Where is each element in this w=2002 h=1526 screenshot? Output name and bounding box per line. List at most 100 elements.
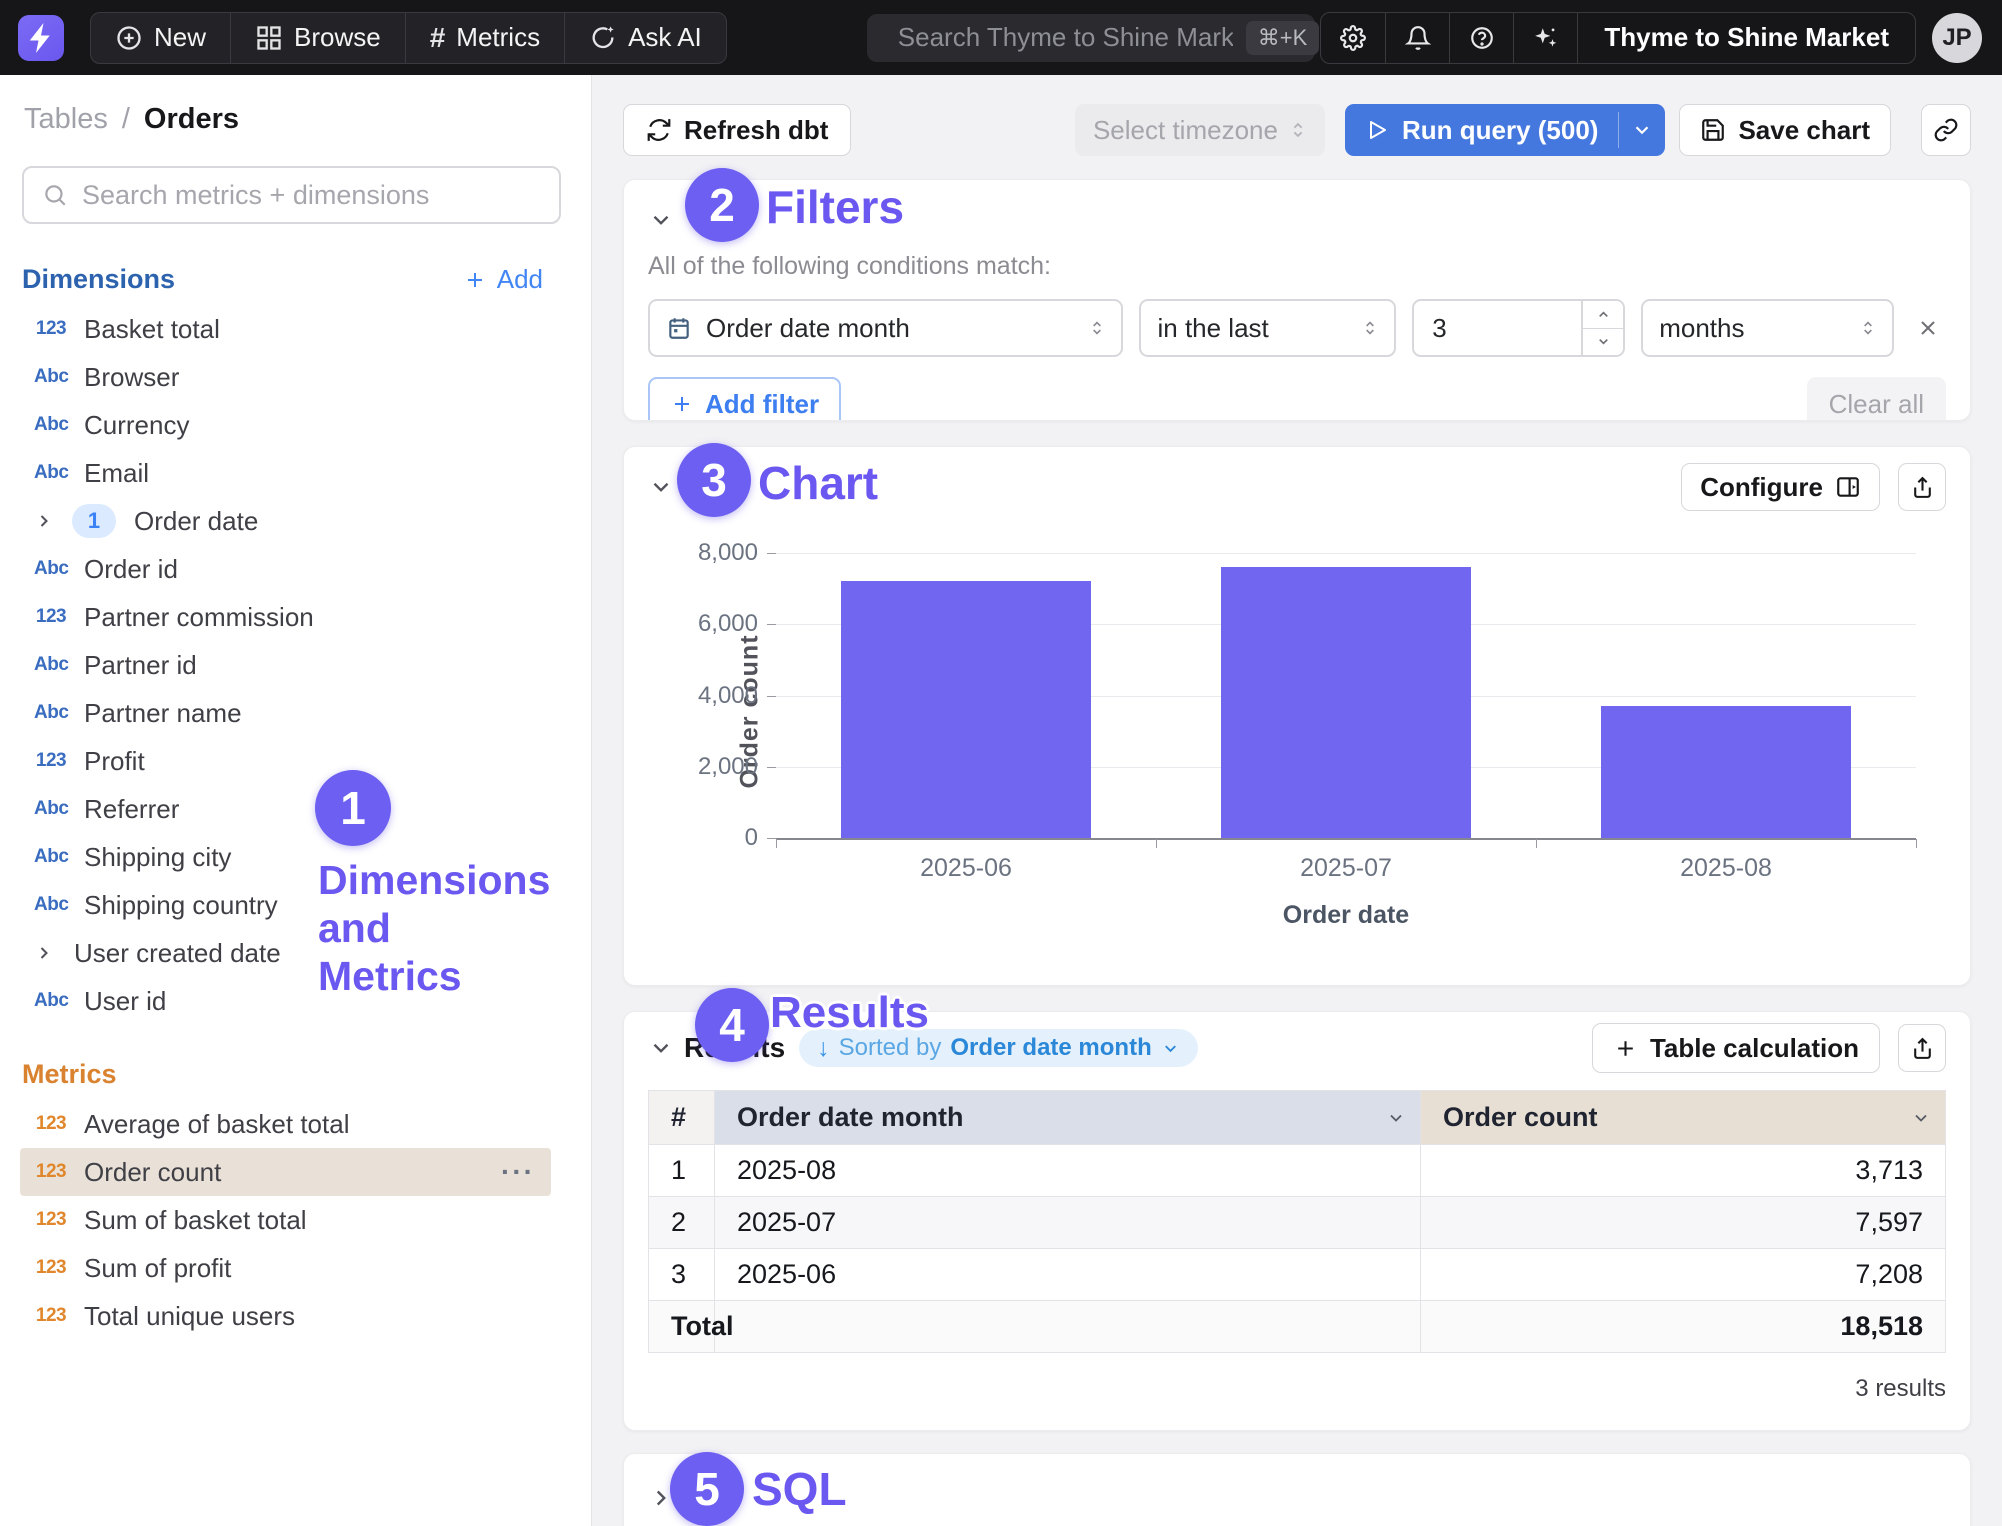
metric-item-total-unique-users[interactable]: 123Total unique users bbox=[20, 1292, 551, 1340]
breadcrumb-separator: / bbox=[122, 103, 130, 136]
order-date-month-cell[interactable]: 2025-07 bbox=[715, 1197, 1421, 1249]
order-count-cell[interactable]: 3,713 bbox=[1421, 1145, 1946, 1197]
metric-item-sum-of-profit[interactable]: 123Sum of profit bbox=[20, 1244, 551, 1292]
column-header-order-count[interactable]: Order count bbox=[1421, 1091, 1946, 1145]
search-shortcut-badge: ⌘+K bbox=[1246, 21, 1320, 55]
dimension-item-user-created-date[interactable]: User created date bbox=[20, 929, 551, 977]
sorted-by-pill[interactable]: ↓ Sorted by Order date month bbox=[799, 1029, 1198, 1067]
table-row[interactable]: 32025-067,208 bbox=[649, 1249, 1946, 1301]
number-type-icon: 123 bbox=[34, 1161, 68, 1183]
nav-new-label: New bbox=[154, 22, 206, 53]
export-chart-button[interactable] bbox=[1898, 463, 1946, 511]
x-axis-title: Order date bbox=[776, 901, 1916, 930]
chat-sparkle-icon bbox=[589, 24, 617, 52]
table-row[interactable]: 22025-077,597 bbox=[649, 1197, 1946, 1249]
global-search[interactable]: ⌘+K bbox=[867, 14, 1315, 62]
filter-unit-select[interactable]: months bbox=[1641, 299, 1894, 357]
notifications-button[interactable] bbox=[1385, 13, 1449, 63]
dimension-item-order-date[interactable]: 1Order date bbox=[20, 497, 551, 545]
field-label: Partner name bbox=[84, 698, 242, 729]
nav-ask-ai-button[interactable]: Ask AI bbox=[564, 13, 726, 63]
dimension-item-referrer[interactable]: AbcReferrer bbox=[20, 785, 551, 833]
bar-2025-08[interactable] bbox=[1601, 706, 1852, 838]
chevron-right-icon bbox=[648, 1485, 674, 1511]
dimension-item-browser[interactable]: AbcBrowser bbox=[20, 353, 551, 401]
dimension-item-shipping-country[interactable]: AbcShipping country bbox=[20, 881, 551, 929]
add-dimension-button[interactable]: Add bbox=[463, 264, 543, 295]
share-link-button[interactable] bbox=[1921, 104, 1971, 156]
nav-browse-button[interactable]: Browse bbox=[230, 13, 405, 63]
y-axis-tick-label: 2,000 bbox=[698, 753, 758, 781]
chevron-right-icon[interactable] bbox=[34, 943, 56, 963]
save-chart-button[interactable]: Save chart bbox=[1679, 104, 1891, 156]
arrow-down-icon: ↓ bbox=[817, 1034, 830, 1063]
table-row[interactable]: 12025-083,713 bbox=[649, 1145, 1946, 1197]
breadcrumb: Tables / Orders bbox=[0, 103, 591, 136]
dimension-item-partner-commission[interactable]: 123Partner commission bbox=[20, 593, 551, 641]
number-stepper bbox=[1581, 301, 1623, 355]
stepper-down-button[interactable] bbox=[1583, 329, 1623, 356]
filter-value-input[interactable]: 3 bbox=[1412, 299, 1625, 357]
nav-browse-label: Browse bbox=[294, 22, 381, 53]
dimension-item-partner-name[interactable]: AbcPartner name bbox=[20, 689, 551, 737]
chart-collapse-chevron[interactable] bbox=[648, 474, 674, 500]
metric-item-sum-of-basket-total[interactable]: 123Sum of basket total bbox=[20, 1196, 551, 1244]
configure-chart-button[interactable]: Configure bbox=[1681, 463, 1880, 511]
order-count-cell[interactable]: 7,597 bbox=[1421, 1197, 1946, 1249]
stepper-up-button[interactable] bbox=[1583, 301, 1623, 329]
fields-search[interactable] bbox=[22, 166, 561, 224]
chevron-down-icon[interactable] bbox=[1911, 1108, 1931, 1128]
chevron-right-icon[interactable] bbox=[34, 511, 56, 531]
dimension-item-user-id[interactable]: AbcUser id bbox=[20, 977, 551, 1025]
table-calculation-button[interactable]: Table calculation bbox=[1592, 1023, 1880, 1073]
export-results-button[interactable] bbox=[1898, 1024, 1946, 1072]
sql-expand-chevron[interactable] bbox=[648, 1485, 674, 1511]
bar-2025-07[interactable] bbox=[1221, 567, 1472, 838]
order-count-cell[interactable]: 7,208 bbox=[1421, 1249, 1946, 1301]
y-axis-tick-mark bbox=[767, 696, 776, 697]
metric-item-average-of-basket-total[interactable]: 123Average of basket total bbox=[20, 1100, 551, 1148]
dimension-item-profit[interactable]: 123Profit bbox=[20, 737, 551, 785]
fields-search-input[interactable] bbox=[82, 180, 541, 211]
filter-operator-select[interactable]: in the last bbox=[1139, 299, 1396, 357]
dimension-item-email[interactable]: AbcEmail bbox=[20, 449, 551, 497]
nav-new-button[interactable]: New bbox=[91, 13, 230, 63]
field-label: Basket total bbox=[84, 314, 220, 345]
help-button[interactable] bbox=[1449, 13, 1513, 63]
results-collapse-chevron[interactable] bbox=[648, 1035, 674, 1061]
filter-field-select[interactable]: Order date month bbox=[648, 299, 1123, 357]
order-date-month-cell[interactable]: 2025-06 bbox=[715, 1249, 1421, 1301]
user-avatar[interactable]: JP bbox=[1932, 13, 1982, 63]
order-date-month-cell[interactable]: 2025-08 bbox=[715, 1145, 1421, 1197]
add-filter-label: Add filter bbox=[705, 389, 819, 420]
org-switcher[interactable]: Thyme to Shine Market bbox=[1577, 13, 1915, 63]
dimension-item-partner-id[interactable]: AbcPartner id bbox=[20, 641, 551, 689]
column-header-order-date-month[interactable]: Order date month bbox=[715, 1091, 1421, 1145]
field-menu-icon[interactable]: ··· bbox=[501, 1156, 535, 1188]
bars-layer bbox=[776, 553, 1916, 838]
run-query-button[interactable]: Run query (500) bbox=[1345, 104, 1619, 156]
run-query-dropdown-button[interactable] bbox=[1619, 104, 1665, 156]
timezone-select[interactable]: Select timezone bbox=[1075, 104, 1325, 156]
add-filter-button[interactable]: Add filter bbox=[648, 377, 841, 421]
metric-item-order-count[interactable]: 123Order count··· bbox=[20, 1148, 551, 1196]
global-search-input[interactable] bbox=[898, 22, 1233, 53]
app-logo[interactable] bbox=[18, 15, 64, 61]
filters-collapse-chevron[interactable] bbox=[648, 207, 674, 233]
chart-plot-area[interactable]: 8,0006,0004,0002,0000 bbox=[776, 553, 1916, 840]
whats-new-button[interactable] bbox=[1513, 13, 1577, 63]
dimension-item-shipping-city[interactable]: AbcShipping city bbox=[20, 833, 551, 881]
clear-all-filters-button[interactable]: Clear all bbox=[1807, 377, 1946, 421]
nav-metrics-button[interactable]: # Metrics bbox=[405, 13, 564, 63]
dimension-item-order-id[interactable]: AbcOrder id bbox=[20, 545, 551, 593]
remove-filter-button[interactable] bbox=[1910, 310, 1946, 346]
chevron-down-icon[interactable] bbox=[1386, 1108, 1406, 1128]
dimension-item-basket-total[interactable]: 123Basket total bbox=[20, 305, 551, 353]
settings-button[interactable] bbox=[1321, 13, 1385, 63]
field-label: Shipping city bbox=[84, 842, 231, 873]
dimension-item-currency[interactable]: AbcCurrency bbox=[20, 401, 551, 449]
refresh-dbt-button[interactable]: Refresh dbt bbox=[623, 104, 851, 156]
breadcrumb-tables-link[interactable]: Tables bbox=[24, 103, 108, 136]
bar-2025-06[interactable] bbox=[841, 581, 1092, 838]
metrics-heading: Metrics bbox=[22, 1059, 117, 1090]
